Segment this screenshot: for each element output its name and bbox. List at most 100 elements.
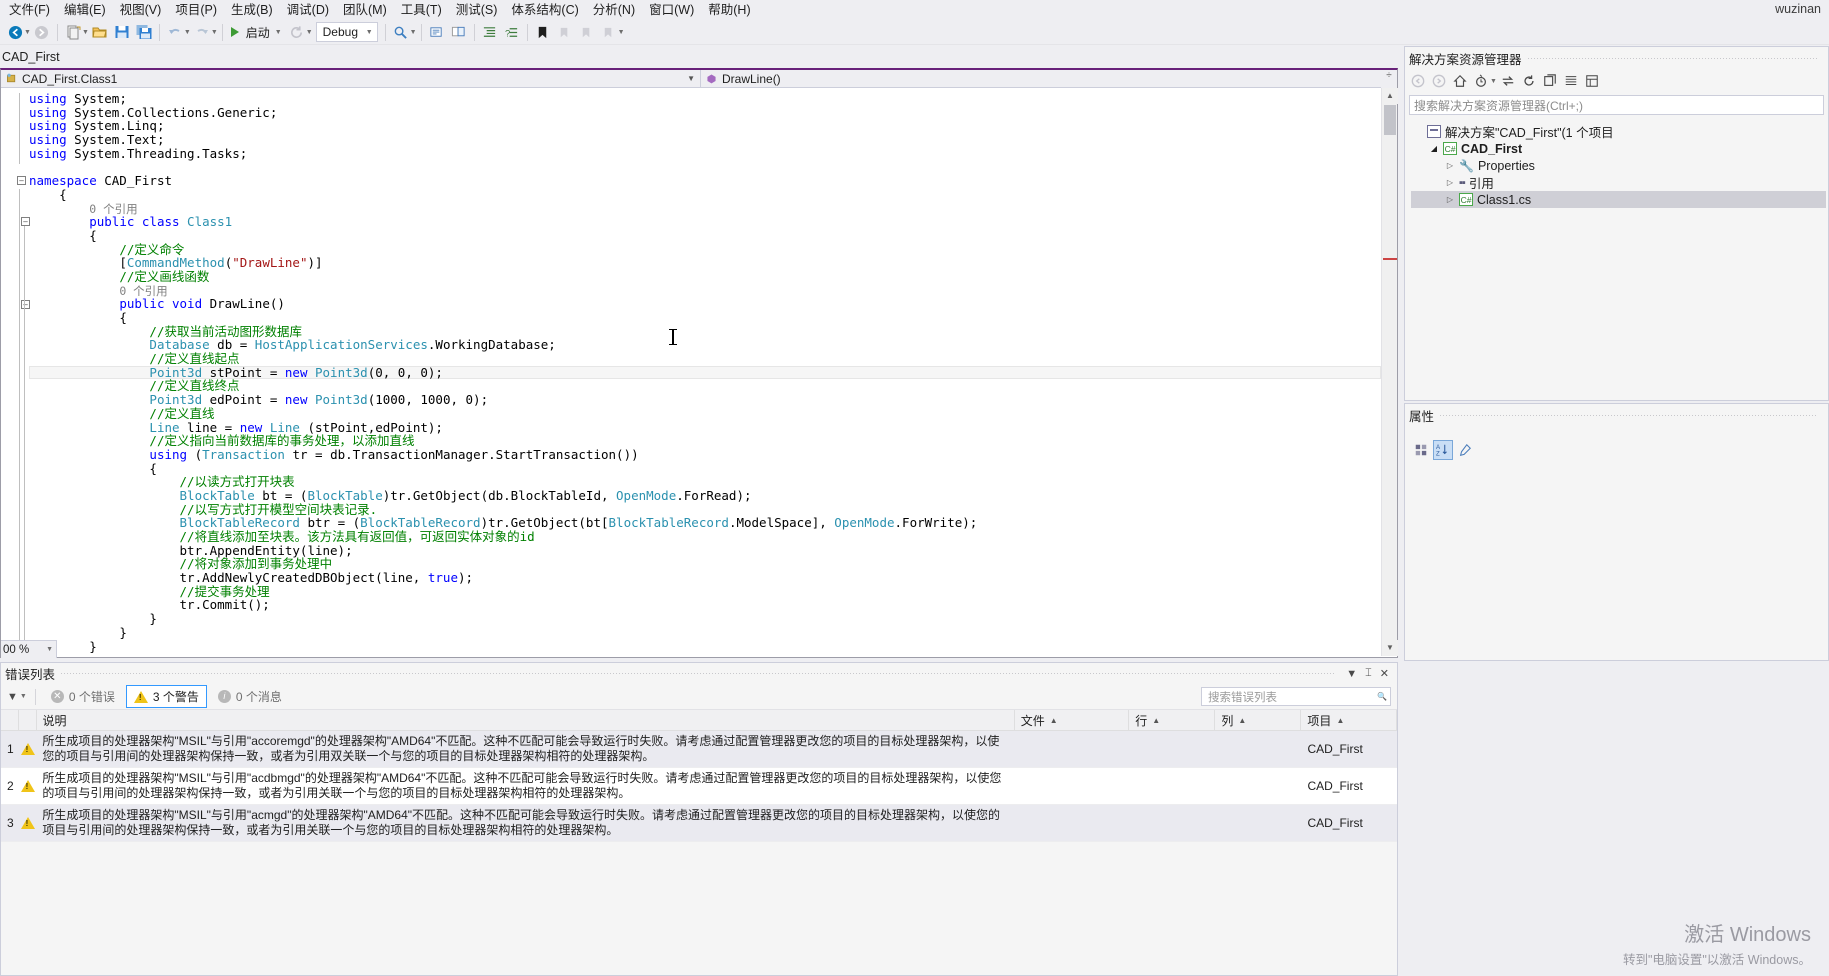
tree-item-2[interactable]: ▷ 🔧 Properties — [1411, 157, 1826, 174]
menu-item-0[interactable]: 文件(F) — [2, 0, 57, 20]
row-file — [1015, 805, 1130, 841]
show-all-files-icon[interactable] — [1540, 71, 1560, 91]
outlining-guide-line — [24, 226, 25, 656]
code-token: Class1 — [179, 214, 233, 230]
column-header-2[interactable]: 说明 — [37, 709, 1015, 731]
column-header-1[interactable] — [19, 709, 37, 731]
property-pages-icon[interactable] — [1455, 440, 1475, 460]
column-header-0[interactable] — [1, 709, 19, 731]
start-debug-button[interactable]: 启动 ▼ — [227, 24, 286, 41]
sync-with-active-icon[interactable] — [1498, 71, 1518, 91]
tree-item-3[interactable]: ▷ ▪▪ 引用 — [1411, 174, 1826, 192]
save-button[interactable] — [111, 21, 133, 43]
menu-item-7[interactable]: 工具(T) — [394, 0, 449, 20]
menu-item-11[interactable]: 窗口(W) — [642, 0, 701, 20]
type-dropdown[interactable]: CAD_First.Class1 ▼ — [1, 69, 701, 88]
chevron-right-icon[interactable]: ▷ — [1445, 161, 1455, 170]
editor-navigation-bar: CAD_First.Class1 ▼ DrawLine() ▼ ÷ — [1, 69, 1397, 88]
new-project-button[interactable] — [62, 21, 84, 43]
chevron-down-icon[interactable]: ◢ — [1429, 144, 1439, 153]
column-header-6[interactable]: 项目 ▲ — [1301, 709, 1397, 731]
chevron-right-icon[interactable]: ▷ — [1445, 178, 1455, 187]
warnings-filter-chip[interactable]: 3 个警告 — [125, 685, 207, 708]
redo-button[interactable] — [191, 21, 213, 43]
chevron-down-icon[interactable]: ▼ — [1342, 668, 1361, 680]
messages-filter-chip[interactable]: i 0 个消息 — [211, 686, 289, 707]
filter-dropdown[interactable]: ▼ — [20, 693, 27, 700]
scrollbar-thumb[interactable] — [1384, 105, 1396, 135]
tree-item-1[interactable]: ◢ C# CAD_First — [1411, 140, 1826, 157]
error-list-toolbar: ▼ ▼ ✕ 0 个错误 3 个警告 i 0 个消息 搜索错误列表 🔍 — [1, 684, 1397, 710]
start-dropdown[interactable]: ▼ — [275, 29, 282, 36]
undo-button[interactable] — [164, 21, 186, 43]
menu-item-10[interactable]: 分析(N) — [586, 0, 642, 20]
signed-in-user[interactable]: wuzinan — [1775, 2, 1821, 16]
menu-item-8[interactable]: 测试(S) — [449, 0, 505, 20]
editor-zoom-control[interactable]: 00 % ▼ — [1, 640, 57, 658]
categorized-icon[interactable] — [1411, 440, 1431, 460]
menu-item-9[interactable]: 体系结构(C) — [504, 0, 585, 20]
tree-item-0[interactable]: 解决方案"CAD_First"(1 个项目 — [1411, 123, 1826, 140]
back-icon[interactable] — [1408, 71, 1428, 91]
home-icon[interactable] — [1450, 71, 1470, 91]
error-list-row[interactable]: 2 所生成项目的处理器架构"MSIL"与引用"acdbmgd"的处理器架构"AMD… — [1, 768, 1397, 805]
forward-icon[interactable] — [1429, 71, 1449, 91]
properties-icon[interactable] — [1582, 71, 1602, 91]
code-line: //以读方式打开块表 — [29, 475, 1381, 489]
pending-changes-icon[interactable] — [1471, 71, 1491, 91]
navigate-back-button[interactable] — [4, 21, 26, 43]
navigate-forward-button[interactable] — [31, 21, 53, 43]
chevron-right-icon[interactable]: ▷ — [1445, 195, 1455, 204]
menu-item-12[interactable]: 帮助(H) — [701, 0, 757, 20]
refresh-icon[interactable] — [1519, 71, 1539, 91]
code-line: [CommandMethod("DrawLine")] — [29, 256, 1381, 270]
error-list-row[interactable]: 3 所生成项目的处理器架构"MSIL"与引用"acmgd"的处理器架构"AMD64… — [1, 805, 1397, 842]
column-header-5[interactable]: 列 ▲ — [1215, 709, 1302, 731]
menu-item-5[interactable]: 调试(D) — [280, 0, 336, 20]
uncomment-selection-button[interactable] — [448, 21, 470, 43]
pending-changes-dropdown[interactable]: ▼ — [1490, 78, 1497, 85]
code-line: //获取当前活动图形数据库 — [29, 324, 1381, 339]
menu-item-2[interactable]: 视图(V) — [113, 0, 169, 20]
menu-item-3[interactable]: 项目(P) — [168, 0, 224, 20]
editor-split-handle[interactable]: ÷ — [1381, 70, 1397, 88]
solution-explorer-tree[interactable]: 解决方案"CAD_First"(1 个项目 ◢ C# CAD_First ▷ 🔧 Prope… — [1405, 117, 1828, 208]
column-header-3[interactable]: 文件 ▲ — [1015, 709, 1130, 731]
previous-bookmark-button[interactable] — [554, 21, 576, 43]
menu-item-1[interactable]: 编辑(E) — [57, 0, 113, 20]
error-list-row[interactable]: 1 所生成项目的处理器架构"MSIL"与引用"accoremgd"的处理器架构"A… — [1, 731, 1397, 768]
title-dotted-fill — [61, 673, 1337, 674]
member-dropdown[interactable]: DrawLine() ▼ — [701, 70, 1397, 88]
code-line: 0 个引用 — [29, 202, 1381, 216]
errors-filter-chip[interactable]: ✕ 0 个错误 — [44, 686, 122, 707]
solution-configuration-combo[interactable]: Debug ▼ — [315, 22, 378, 42]
filter-icon[interactable]: ▼ — [7, 691, 18, 703]
alphabetical-icon[interactable]: AZ — [1433, 440, 1453, 460]
tree-item-4[interactable]: ▷ C# Class1.cs — [1411, 191, 1826, 208]
column-header-4[interactable]: 行 ▲ — [1129, 709, 1216, 731]
restart-button[interactable] — [286, 21, 308, 43]
code-text-area[interactable]: – – – using System; using System.Collection… — [1, 88, 1397, 656]
next-bookmark-button[interactable] — [576, 21, 598, 43]
menu-item-4[interactable]: 生成(B) — [224, 0, 280, 20]
pin-icon[interactable]: ⌶ — [1361, 667, 1376, 680]
outlining-collapse-icon[interactable]: – — [17, 176, 26, 186]
error-list-search-input[interactable]: 搜索错误列表 🔍 — [1201, 687, 1391, 706]
comment-selection-button[interactable] — [426, 21, 448, 43]
toggle-bookmark-button[interactable] — [532, 21, 554, 43]
outlining-margin[interactable]: – – – — [15, 88, 30, 656]
increase-indent-button[interactable] — [479, 21, 501, 43]
open-file-button[interactable] — [89, 21, 111, 43]
find-in-files-button[interactable] — [390, 21, 412, 43]
scroll-up-button[interactable]: ▲ — [1382, 88, 1398, 104]
decrease-indent-button[interactable]: ? — [501, 21, 523, 43]
collapse-all-icon[interactable] — [1561, 71, 1581, 91]
scroll-down-button[interactable]: ▼ — [1382, 640, 1398, 656]
clear-bookmarks-button[interactable] — [598, 21, 620, 43]
solution-explorer-search-input[interactable]: 搜索解决方案资源管理器(Ctrl+;) — [1409, 95, 1824, 115]
code-token: )] — [307, 255, 323, 271]
menu-item-6[interactable]: 团队(M) — [336, 0, 394, 20]
save-all-button[interactable] — [133, 21, 155, 43]
close-icon[interactable]: ✕ — [1376, 667, 1393, 680]
editor-vertical-scrollbar[interactable]: ▲ ▼ — [1381, 88, 1398, 656]
